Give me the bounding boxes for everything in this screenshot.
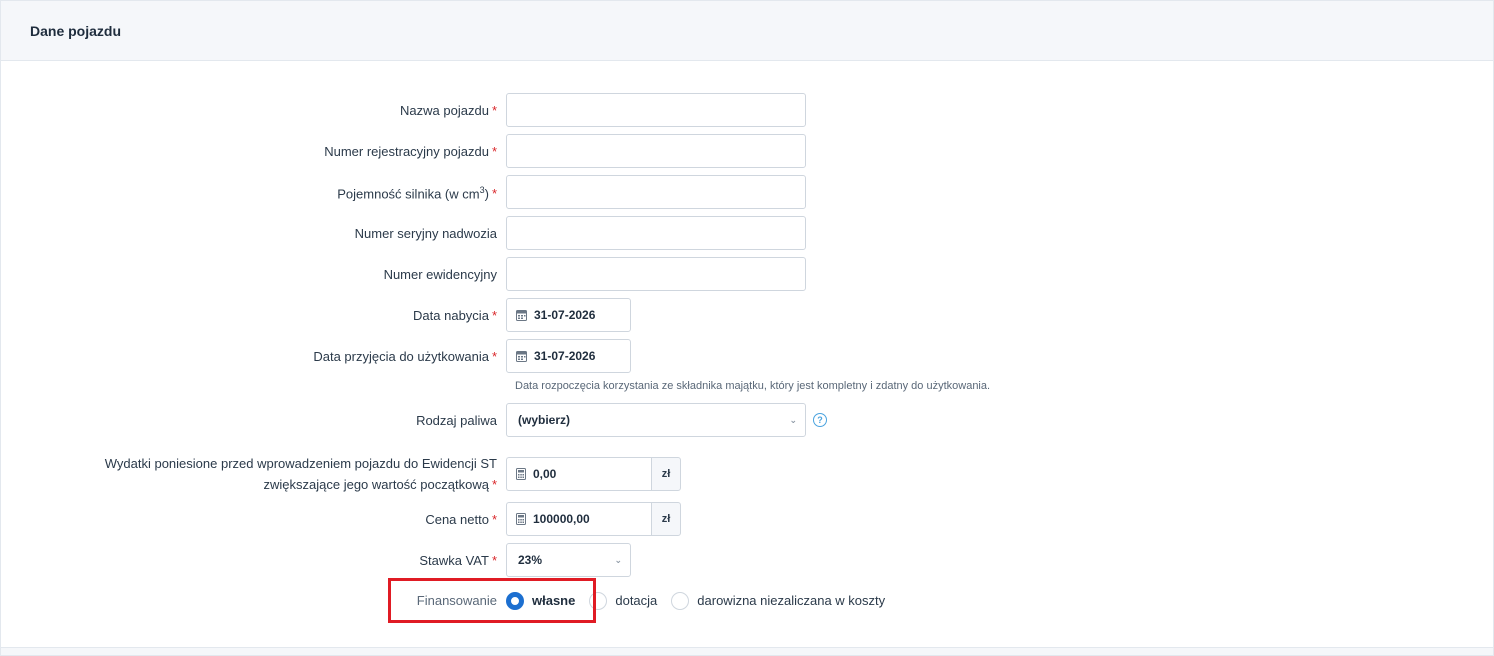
row-ewidencyjny: Numer ewidencyjny: [1, 257, 1493, 291]
row-data-przyjecia: Data przyjęcia do użytkowania * 31-07-202…: [1, 339, 1493, 373]
row-wydatki: Wydatki poniesione przed wprowadzeniem p…: [1, 453, 1493, 495]
panel-footer: [1, 647, 1493, 655]
nadwozie-input[interactable]: [506, 216, 806, 250]
label-pojemnosc: Pojemność silnika (w cm3) *: [337, 184, 497, 202]
panel-title: Dane pojazdu: [1, 1, 1493, 61]
chevron-down-icon: ⌄: [789, 414, 797, 425]
radio-darowizna[interactable]: darowizna niezaliczana w koszty: [671, 591, 885, 610]
radio-dotacja[interactable]: dotacja: [589, 591, 657, 610]
label-nazwa: Nazwa pojazdu *: [400, 102, 497, 118]
row-data-nabycia: Data nabycia * 31-07-2026: [1, 298, 1493, 332]
data-nabycia-value: 31-07-2026: [534, 308, 596, 322]
pojemnosc-input[interactable]: [506, 175, 806, 209]
nazwa-input[interactable]: [506, 93, 806, 127]
ewidencyjny-input[interactable]: [506, 257, 806, 291]
row-finansowanie: Finansowanie własne dotacja darowizna ni…: [1, 590, 1493, 611]
wydatki-value: 0,00: [533, 467, 557, 481]
calendar-icon: [516, 309, 527, 321]
row-nazwa: Nazwa pojazdu *: [1, 93, 1493, 127]
label-data-przyjecia: Data przyjęcia do użytkowania *: [313, 348, 497, 364]
label-ewidencyjny: Numer ewidencyjny: [383, 266, 497, 282]
currency-addon: zł: [651, 502, 681, 536]
label-cena: Cena netto *: [425, 511, 497, 527]
vat-selected-value: 23%: [518, 553, 543, 567]
label-vat: Stawka VAT *: [419, 552, 497, 568]
paliwo-selected-value: (wybierz): [518, 413, 571, 427]
help-icon[interactable]: ?: [813, 413, 827, 427]
row-nadwozie: Numer seryjny nadwozia: [1, 216, 1493, 250]
wydatki-input-group[interactable]: 0,00 zł: [506, 457, 681, 491]
paliwo-select[interactable]: (wybierz) ⌄: [506, 403, 806, 437]
row-pojemnosc: Pojemność silnika (w cm3) *: [1, 175, 1493, 209]
data-przyjecia-hint: Data rozpoczęcia korzystania ze składnik…: [515, 380, 991, 392]
calendar-icon: [516, 350, 527, 362]
row-paliwo: Rodzaj paliwa (wybierz) ⌄ ?: [1, 403, 1493, 437]
label-wydatki: Wydatki poniesione przed wprowadzeniem p…: [104, 456, 497, 492]
chevron-down-icon: ⌄: [614, 554, 622, 565]
data-przyjecia-input[interactable]: 31-07-2026: [506, 339, 631, 373]
calculator-icon: [516, 513, 526, 525]
rejestracja-input[interactable]: [506, 134, 806, 168]
vat-select[interactable]: 23% ⌄: [506, 543, 631, 577]
row-rejestracja: Numer rejestracyjny pojazdu *: [1, 134, 1493, 168]
row-cena: Cena netto * 100000,00 zł: [1, 502, 1493, 536]
cena-value: 100000,00: [533, 512, 590, 526]
data-nabycia-input[interactable]: 31-07-2026: [506, 298, 631, 332]
cena-input-group[interactable]: 100000,00 zł: [506, 502, 681, 536]
label-nadwozie: Numer seryjny nadwozia: [354, 225, 497, 241]
label-paliwo: Rodzaj paliwa: [416, 412, 497, 428]
label-rejestracja: Numer rejestracyjny pojazdu *: [324, 143, 497, 159]
cena-input[interactable]: 100000,00: [506, 502, 651, 536]
vehicle-data-panel: Dane pojazdu Nazwa pojazdu * Numer rejest…: [0, 0, 1494, 656]
wydatki-input[interactable]: 0,00: [506, 457, 651, 491]
currency-addon: zł: [651, 457, 681, 491]
radio-unchecked-icon[interactable]: [671, 591, 690, 610]
calculator-icon: [516, 468, 526, 480]
row-vat: Stawka VAT * 23% ⌄: [1, 543, 1493, 577]
data-przyjecia-value: 31-07-2026: [534, 349, 596, 363]
panel-title-text: Dane pojazdu: [30, 22, 122, 39]
label-data-nabycia: Data nabycia *: [413, 307, 497, 323]
highlight-box: [388, 578, 596, 623]
